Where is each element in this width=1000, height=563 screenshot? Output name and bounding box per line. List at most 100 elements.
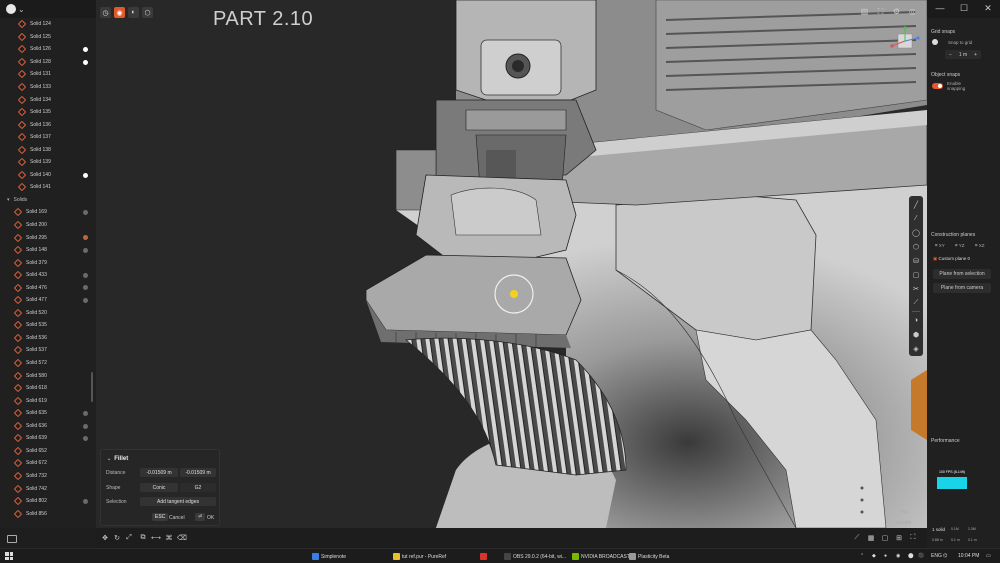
ok-button[interactable]: OK	[207, 515, 214, 521]
tray-app-icon-3[interactable]: ◉	[896, 553, 900, 559]
delete-icon[interactable]: ⌫	[177, 533, 187, 543]
visibility-dot[interactable]	[83, 498, 88, 504]
hex-icon[interactable]: ⬢	[911, 329, 921, 340]
add-tangent-edges-button[interactable]: Add tangent edges	[140, 497, 216, 506]
measure-icon[interactable]: ⟋	[852, 533, 862, 543]
outliner-item[interactable]: Solid 126	[0, 43, 96, 56]
distance-1-input[interactable]: -0.01509 m	[140, 468, 178, 477]
render-mode-icon[interactable]: ◉	[114, 7, 125, 18]
tray-app-icon-2[interactable]: ●	[884, 553, 887, 559]
plane-from-camera-button[interactable]: Plane from camera	[933, 283, 991, 293]
sphere-icon[interactable]: ◑	[911, 315, 921, 326]
outliner-item[interactable]: Solid 635	[0, 407, 96, 420]
outliner-item[interactable]: Solid 802	[0, 495, 96, 508]
tray-app-icon[interactable]: ◆	[872, 553, 876, 559]
plane-from-selection-button[interactable]: Plane from selection	[933, 269, 991, 279]
outliner-item[interactable]: Solid 639	[0, 432, 96, 445]
taskbar-app[interactable]: Simplenote	[312, 552, 346, 561]
language-indicator[interactable]: ENG	[931, 553, 942, 559]
outliner-item[interactable]: Solid 124	[0, 18, 96, 31]
windows-start-icon[interactable]	[5, 552, 13, 560]
taskbar-app[interactable]: tut ref.pur - PureRef	[393, 552, 446, 561]
view-cube-gizmo[interactable]	[888, 26, 922, 56]
grid-icon[interactable]: ▦	[866, 533, 876, 543]
cancel-button[interactable]: Cancel	[169, 515, 185, 521]
mirror-icon[interactable]: ⟷	[151, 533, 161, 543]
frame-icon[interactable]: ▢	[880, 533, 890, 543]
visibility-dot[interactable]	[83, 423, 88, 429]
outliner-item[interactable]: Solid 672	[0, 457, 96, 470]
globe-icon[interactable]: ◎	[906, 5, 919, 18]
outliner-item[interactable]: Solid 732	[0, 470, 96, 483]
duplicate-icon[interactable]: ⧉	[138, 533, 148, 543]
box-icon[interactable]: ▢	[911, 269, 921, 280]
outliner-scrollbar[interactable]	[91, 372, 93, 402]
polygon-icon[interactable]: ⬡	[911, 241, 921, 252]
network-icon[interactable]: ⌬	[943, 553, 947, 559]
shaded-icon[interactable]: ◐	[128, 7, 139, 18]
outliner-item[interactable]: Solid 135	[0, 106, 96, 119]
taskbar-app[interactable]: Plasticity Beta	[629, 552, 669, 561]
outliner-item[interactable]: Solid 148	[0, 244, 96, 257]
outliner-item[interactable]: Solid 636	[0, 420, 96, 433]
settings-icon[interactable]: ⚙	[890, 5, 903, 18]
outliner-item[interactable]: Solid 520	[0, 307, 96, 320]
outliner-item[interactable]: Solid 136	[0, 118, 96, 131]
outliner-item[interactable]: Solid 125	[0, 31, 96, 44]
tray-chevron-icon[interactable]: ⌃	[860, 553, 864, 559]
grid-size-stepper[interactable]: − 1 m +	[945, 50, 981, 59]
visibility-dot[interactable]	[83, 436, 88, 442]
outliner-item[interactable]: Solid 140	[0, 169, 96, 182]
move-icon[interactable]: ✥	[100, 533, 110, 543]
outliner-item[interactable]: Solid 200	[0, 219, 96, 232]
shape-g2-button[interactable]: G2	[180, 483, 216, 492]
outliner-item[interactable]: Solid 295	[0, 231, 96, 244]
folder-icon[interactable]	[7, 535, 17, 543]
outliner-item[interactable]: Solid 572	[0, 357, 96, 370]
tray-app-icon-4[interactable]: ⬤	[908, 553, 914, 559]
outliner-item[interactable]: Solid 537	[0, 344, 96, 357]
visibility-dot[interactable]	[83, 247, 88, 253]
outliner-item[interactable]: Solid 169	[0, 206, 96, 219]
distance-2-input[interactable]: -0.01509 m	[180, 468, 216, 477]
increment-icon[interactable]: +	[974, 52, 977, 58]
outliner-item[interactable]: Solid 856	[0, 507, 96, 520]
plane-yz-button[interactable]: ⌗ YZ	[955, 243, 964, 248]
outliner-item[interactable]: Solid 379	[0, 256, 96, 269]
visibility-dot[interactable]	[83, 285, 88, 291]
visibility-dot[interactable]	[83, 210, 88, 216]
taskbar-app[interactable]	[480, 552, 487, 561]
decrement-icon[interactable]: −	[949, 52, 952, 58]
fullscreen-icon[interactable]: ⛶	[908, 533, 918, 543]
visibility-dot[interactable]	[83, 272, 88, 278]
shape-conic-button[interactable]: Conic	[140, 483, 178, 492]
clock[interactable]: 10:04 PM	[958, 553, 979, 559]
fillet-curve-icon[interactable]: ⟋	[911, 297, 921, 308]
taskbar-app[interactable]: NVIDIA BROADCAST	[572, 552, 630, 561]
notification-icon[interactable]: ▭	[986, 553, 991, 559]
caret-down-icon[interactable]: ▾	[7, 197, 10, 203]
outliner-item[interactable]: Solid 536	[0, 332, 96, 345]
outliner-item[interactable]: Solid 131	[0, 68, 96, 81]
outliner-group-solids[interactable]: ▾ Solids	[0, 194, 96, 207]
visibility-dot[interactable]	[83, 59, 88, 65]
3d-viewport[interactable]: PART 2.10 ◷ ◉ ◐ ⬡ ▨ ⛶ ⚙ ◎ ╱ ⁄ ◯ ⬡ ⛁ ▢ ✂	[96, 0, 927, 528]
outliner-item[interactable]: Solid 742	[0, 482, 96, 495]
outliner-item[interactable]: Solid 580	[0, 369, 96, 382]
app-menu-button[interactable]: ⌄	[6, 3, 28, 15]
outliner-item[interactable]: Solid 619	[0, 394, 96, 407]
visibility-dot[interactable]	[83, 47, 88, 53]
snap-to-grid-radio[interactable]	[932, 39, 938, 45]
outliner-item[interactable]: Solid 652	[0, 445, 96, 458]
close-button[interactable]: ✕	[976, 0, 1000, 16]
gem-icon[interactable]: ◈	[911, 343, 921, 354]
plane-xz-button[interactable]: ⌗ XZ	[975, 243, 985, 248]
visibility-dot[interactable]	[83, 410, 88, 416]
line-icon[interactable]: ╱	[911, 199, 921, 210]
outliner-item[interactable]: Solid 618	[0, 382, 96, 395]
tray-app-icon-5[interactable]: ⚫	[918, 553, 924, 559]
outliner-item[interactable]: Solid 477	[0, 294, 96, 307]
cylinder-icon[interactable]: ⛁	[911, 255, 921, 266]
curve-icon[interactable]: ⁄	[911, 213, 921, 224]
circle-icon[interactable]: ◯	[911, 227, 921, 238]
